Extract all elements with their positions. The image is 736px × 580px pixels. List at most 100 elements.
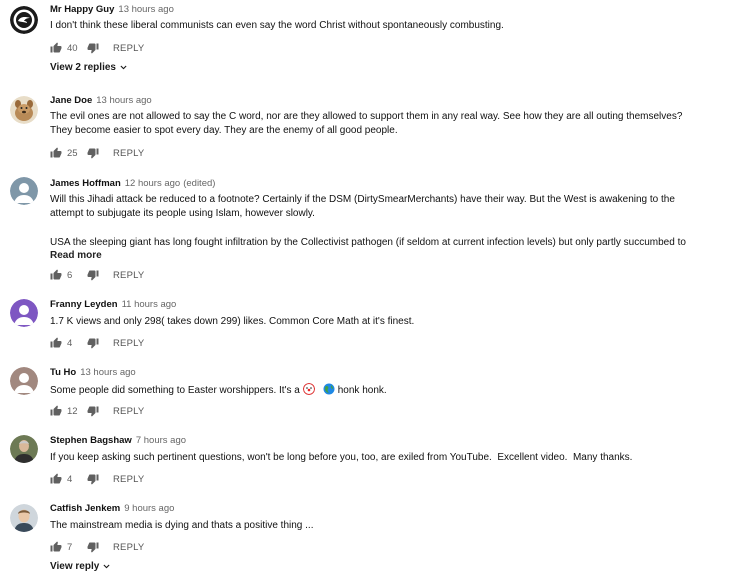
author-name[interactable]: Catfish Jenkem [50, 503, 120, 514]
comment-time[interactable]: 12 hours ago [125, 178, 180, 189]
comment-line: They become easier to spot every day. Th… [50, 125, 398, 137]
reply-button[interactable]: REPLY [113, 148, 144, 159]
comment-thread: Stephen Bagshaw 7 hours ago If you keep a… [0, 434, 736, 490]
comment-text-after: honk honk. [337, 385, 387, 396]
thumb-up-icon[interactable] [50, 147, 62, 159]
view-replies-label: View 2 replies [50, 62, 116, 73]
author-name[interactable]: James Hoffman [50, 178, 121, 189]
like-count: 6 [67, 269, 73, 281]
like-count: 4 [67, 473, 73, 485]
comment-text-before: Some people did something to Easter wors… [50, 385, 300, 396]
author-name[interactable]: Stephen Bagshaw [50, 435, 132, 446]
comment-actions: 7 REPLY [50, 540, 144, 554]
like-count: 7 [67, 541, 73, 553]
reply-button[interactable]: REPLY [113, 338, 144, 349]
comment-thread: Jane Doe 13 hours ago The evil ones are n… [0, 94, 736, 164]
comment-time[interactable]: 11 hours ago [122, 299, 177, 310]
view-replies-label: View reply [50, 561, 100, 572]
chevron-down-icon [119, 63, 128, 72]
thumb-up-icon[interactable] [50, 269, 62, 281]
like-count: 12 [67, 405, 78, 417]
comment-time[interactable]: 9 hours ago [124, 503, 174, 514]
avatar[interactable] [10, 299, 38, 327]
comment-thread: Mr Happy Guy 13 hours ago I don't think t… [0, 3, 736, 83]
thumb-up-icon[interactable] [50, 42, 62, 54]
avatar[interactable] [10, 367, 38, 395]
thumb-down-icon[interactable] [87, 541, 99, 553]
thumb-down-icon[interactable] [87, 473, 99, 485]
thumb-up-icon[interactable] [50, 337, 62, 349]
comment-header: Tu Ho 13 hours ago [50, 367, 136, 379]
like-count: 25 [67, 147, 78, 159]
comment-line: USA the sleeping giant has long fought i… [50, 237, 686, 249]
thumb-down-icon[interactable] [87, 405, 99, 417]
comment-time[interactable]: 13 hours ago [118, 4, 173, 15]
avatar-photo-icon [10, 435, 38, 463]
comment-line [50, 222, 722, 236]
avatar[interactable] [10, 6, 38, 34]
comment-line: Some people did something to Easter wors… [50, 383, 722, 398]
avatar-default-icon [10, 299, 38, 327]
comment-line: I don't think these liberal communists c… [50, 20, 504, 31]
thumb-up-icon[interactable] [50, 473, 62, 485]
edited-label: (edited) [183, 178, 216, 189]
comment-actions: 4 REPLY [50, 472, 144, 486]
avatar[interactable] [10, 435, 38, 463]
comment-line: attempt to subjugate its people using Is… [50, 208, 315, 220]
comment-thread: Franny Leyden 11 hours ago 1.7 K views an… [0, 298, 736, 354]
comment-text: The mainstream media is dying and thats … [50, 519, 722, 533]
avatar-animal-icon [10, 96, 38, 124]
comment-text: Some people did something to Easter wors… [50, 383, 722, 398]
comment-line: The mainstream media is dying and thats … [50, 520, 314, 531]
avatar[interactable] [10, 96, 38, 124]
avatar-default-icon [10, 367, 38, 395]
comment-thread: Catfish Jenkem 9 hours ago The mainstream… [0, 502, 736, 580]
reply-button[interactable]: REPLY [113, 542, 144, 553]
comment-text: Will this Jihadi attack be reduced to a … [50, 193, 722, 251]
like-count: 4 [67, 337, 73, 349]
author-name[interactable]: Mr Happy Guy [50, 4, 114, 15]
avatar[interactable] [10, 504, 38, 532]
comment-actions: 12 REPLY [50, 404, 144, 418]
comment-time[interactable]: 7 hours ago [136, 435, 186, 446]
comment-text: 1.7 K views and only 298( takes down 299… [50, 315, 722, 329]
author-name[interactable]: Franny Leyden [50, 299, 118, 310]
comment-time[interactable]: 13 hours ago [96, 95, 151, 106]
avatar-logo-icon [10, 6, 38, 34]
author-name[interactable]: Tu Ho [50, 367, 76, 378]
reply-button[interactable]: REPLY [113, 43, 144, 54]
reply-button[interactable]: REPLY [113, 406, 144, 417]
thumb-down-icon[interactable] [87, 42, 99, 54]
comment-time[interactable]: 13 hours ago [80, 367, 135, 378]
comment-header: Stephen Bagshaw 7 hours ago [50, 435, 186, 447]
comment-text: I don't think these liberal communists c… [50, 19, 722, 33]
comment-text: If you keep asking such pertinent questi… [50, 451, 722, 465]
view-replies-button[interactable]: View reply [50, 561, 111, 572]
globe-emoji-icon [323, 383, 335, 395]
comment-header: James Hoffman 12 hours ago (edited) [50, 178, 215, 190]
comment-thread: Tu Ho 13 hours ago Some people did someth… [0, 366, 736, 422]
comment-actions: 40 REPLY [50, 41, 144, 55]
avatar[interactable] [10, 177, 38, 205]
avatar-default-icon [10, 177, 38, 205]
comment-thread: James Hoffman 12 hours ago (edited) Will t… [0, 177, 736, 287]
reply-button[interactable]: REPLY [113, 474, 144, 485]
author-name[interactable]: Jane Doe [50, 95, 92, 106]
comment-header: Franny Leyden 11 hours ago [50, 299, 176, 311]
thumb-down-icon[interactable] [87, 269, 99, 281]
like-count: 40 [67, 42, 78, 54]
thumb-up-icon[interactable] [50, 541, 62, 553]
thumb-down-icon[interactable] [87, 147, 99, 159]
reply-button[interactable]: REPLY [113, 270, 144, 281]
view-replies-button[interactable]: View 2 replies [50, 62, 128, 73]
chevron-down-icon [102, 562, 111, 571]
comment-actions: 4 REPLY [50, 336, 144, 350]
comment-actions: 25 REPLY [50, 146, 144, 160]
clown-emoji-icon [302, 383, 315, 395]
read-more-link[interactable]: Read more [50, 250, 102, 262]
thumb-up-icon[interactable] [50, 405, 62, 417]
comment-header: Mr Happy Guy 13 hours ago [50, 4, 174, 16]
comment-header: Jane Doe 13 hours ago [50, 95, 152, 107]
thumb-down-icon[interactable] [87, 337, 99, 349]
avatar-photo-icon [10, 504, 38, 532]
